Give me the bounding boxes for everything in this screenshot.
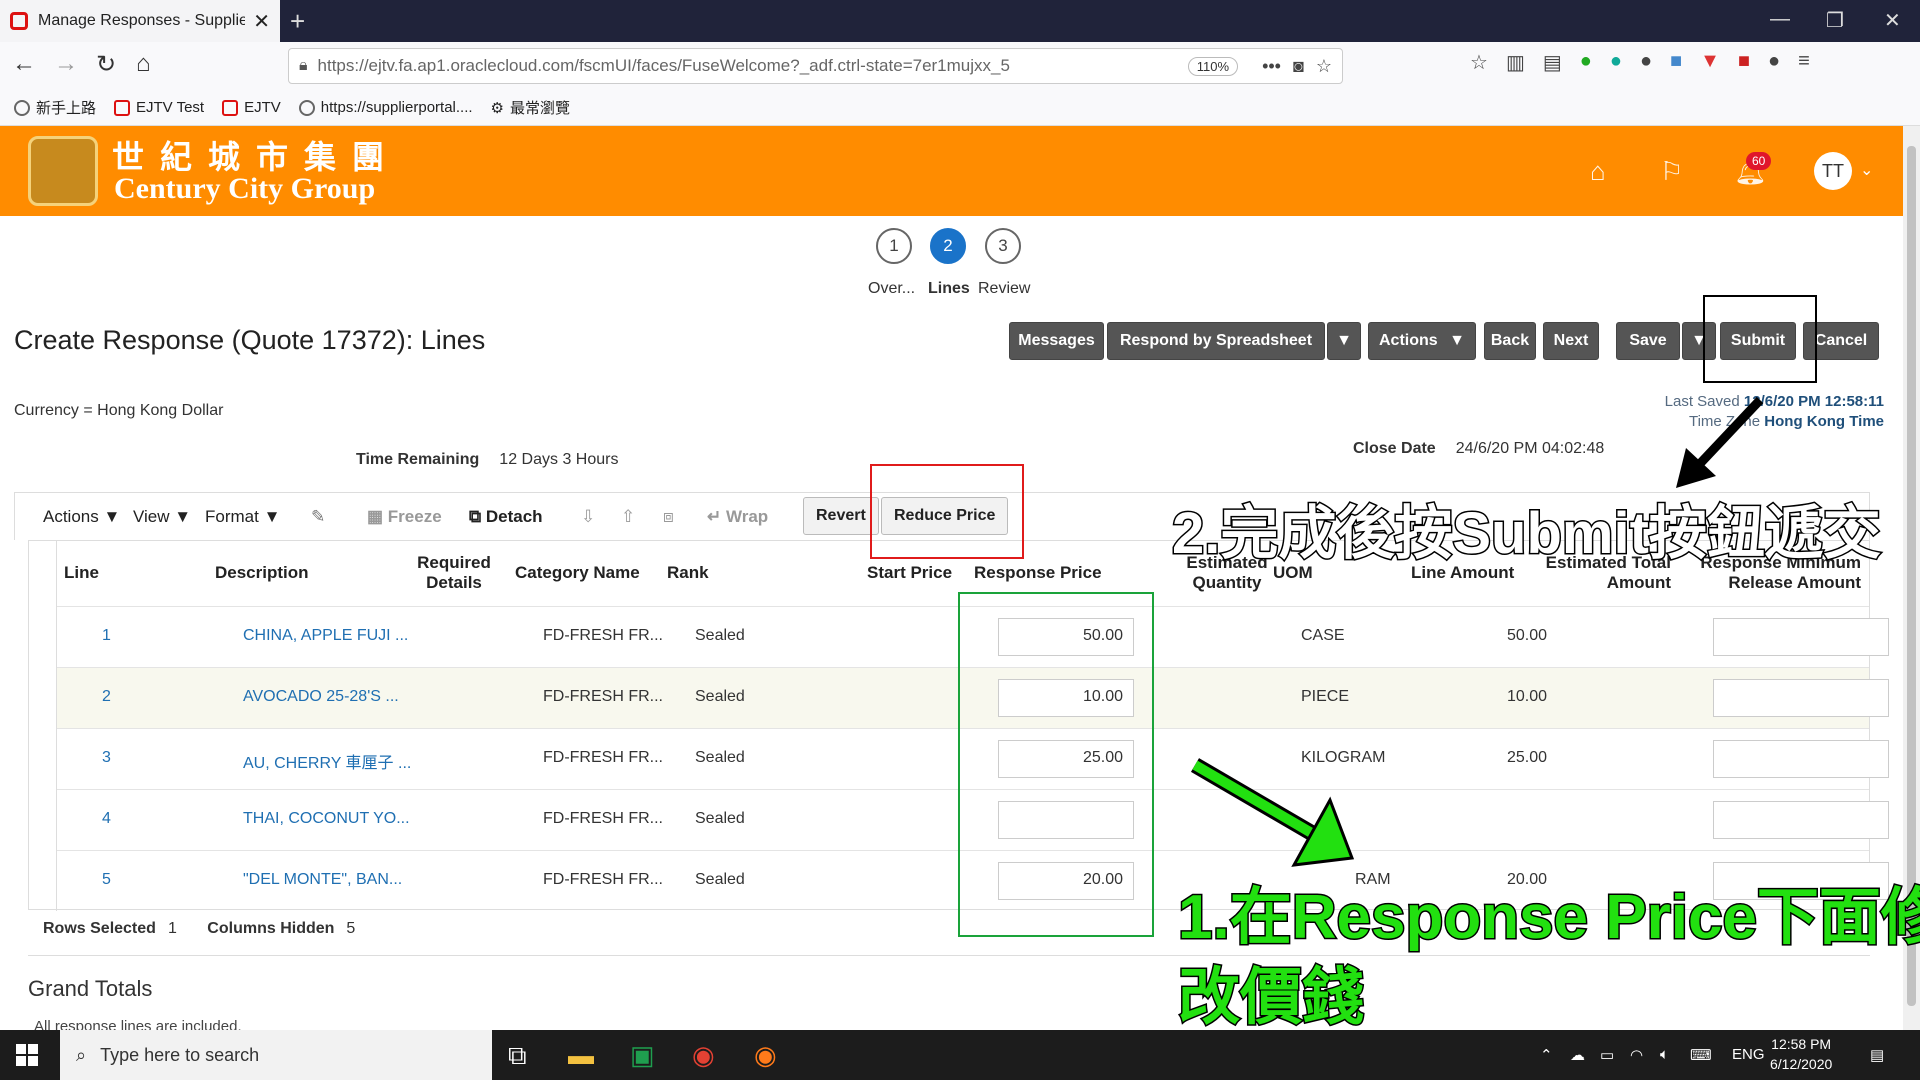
windows-start-icon[interactable]	[16, 1044, 38, 1066]
excel-icon[interactable]: ▣	[630, 1040, 655, 1071]
green-arrow-shaft	[1192, 760, 1318, 840]
annotation-step-1-line-1: 1.在Response Price下面修	[1177, 882, 1920, 954]
taskbar-search[interactable]: ⌕ Type here to search	[60, 1030, 492, 1080]
annotation-step-1-line-2: 改價錢	[1176, 962, 1365, 1034]
taskbar-search-placeholder: Type here to search	[100, 1044, 260, 1065]
onedrive-icon[interactable]: ☁	[1570, 1046, 1585, 1064]
clock-time: 12:58 PM	[1771, 1036, 1832, 1052]
keyboard-icon[interactable]: ⌨	[1690, 1046, 1712, 1064]
clock-date: 6/12/2020	[1770, 1056, 1833, 1072]
task-view-icon[interactable]: ⧉	[508, 1040, 527, 1072]
screen: Manage Responses - Supplier P ✕ + — ❐ ✕ …	[0, 0, 1920, 1080]
windows-taskbar: ⌕ Type here to search ⧉ ▬ ▣ ◉ ◉ ⌃ ☁ ▭ ◠ …	[0, 1030, 1920, 1080]
volume-icon[interactable]: 🔈︎	[1660, 1046, 1669, 1063]
tray-chevron-up-icon[interactable]: ⌃	[1540, 1046, 1553, 1064]
taskbar-clock[interactable]: 12:58 PM 6/12/2020	[1770, 1034, 1832, 1074]
file-explorer-icon[interactable]: ▬	[568, 1040, 594, 1071]
search-icon: ⌕	[76, 1044, 87, 1065]
firefox-icon[interactable]: ◉	[754, 1040, 777, 1071]
black-arrow-shaft	[1690, 396, 1764, 474]
notifications-icon[interactable]: ▤	[1870, 1046, 1884, 1064]
annotation-step-2: 2.完成後按Submit按鈕遞交	[1171, 500, 1883, 568]
language-indicator[interactable]: ENG	[1732, 1046, 1765, 1063]
battery-icon[interactable]: ▭	[1600, 1046, 1614, 1064]
chrome-icon[interactable]: ◉	[692, 1040, 715, 1071]
wifi-icon[interactable]: ◠	[1630, 1046, 1643, 1064]
